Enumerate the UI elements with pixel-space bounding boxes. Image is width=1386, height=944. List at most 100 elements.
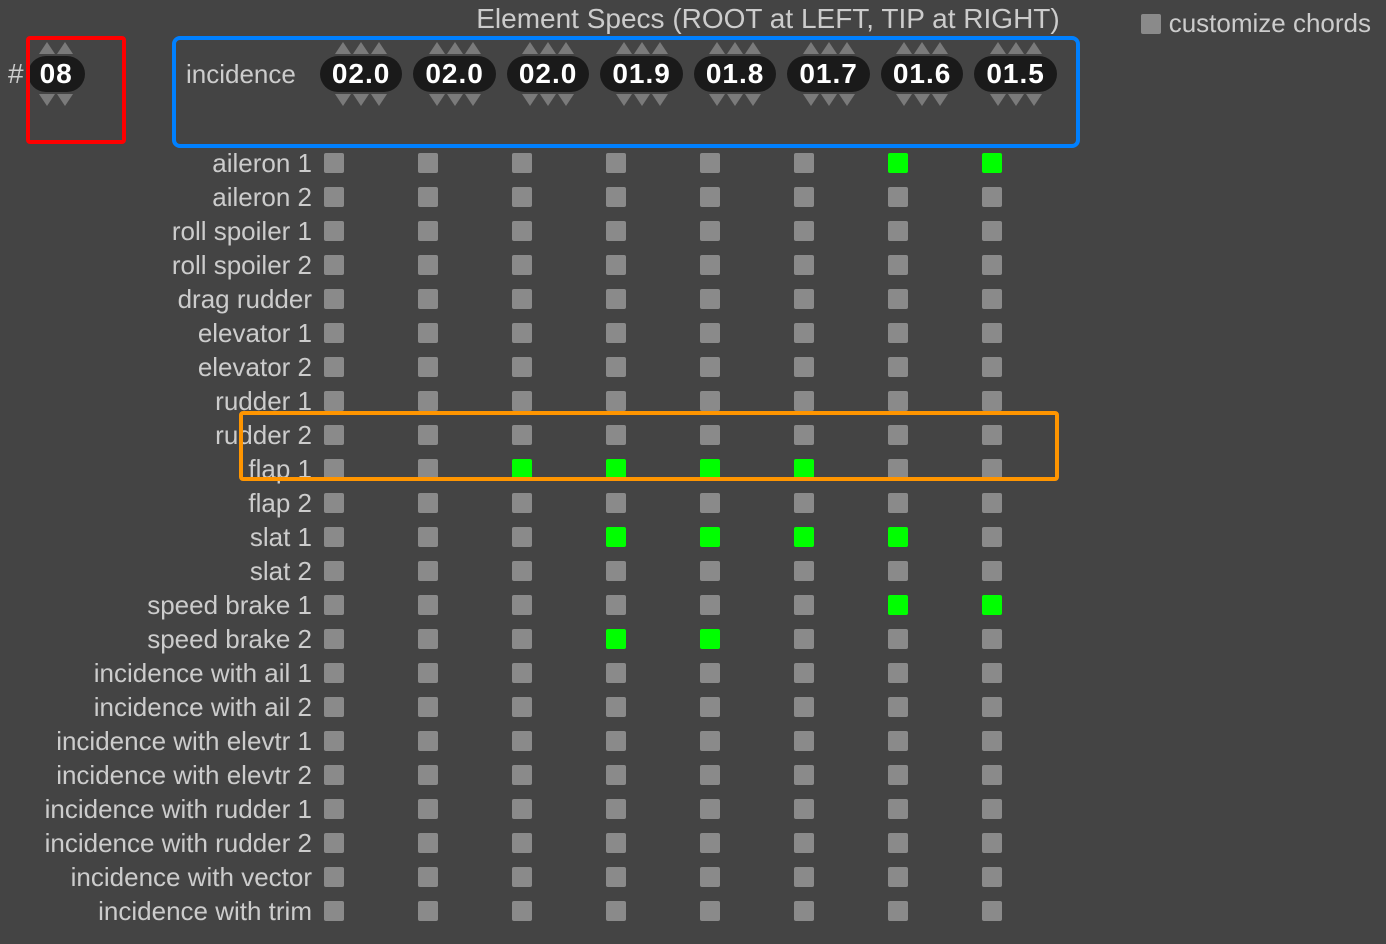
arrow-down-icon[interactable] <box>39 94 55 106</box>
grid-cell[interactable] <box>324 425 344 445</box>
grid-cell[interactable] <box>324 153 344 173</box>
grid-cell[interactable] <box>418 833 438 853</box>
grid-cell[interactable] <box>700 459 720 479</box>
grid-cell[interactable] <box>888 527 908 547</box>
grid-cell[interactable] <box>606 221 626 241</box>
grid-cell[interactable] <box>606 493 626 513</box>
grid-cell[interactable] <box>794 289 814 309</box>
grid-cell[interactable] <box>512 697 532 717</box>
grid-cell[interactable] <box>794 391 814 411</box>
grid-cell[interactable] <box>982 697 1002 717</box>
grid-cell[interactable] <box>418 221 438 241</box>
grid-cell[interactable] <box>794 357 814 377</box>
grid-cell[interactable] <box>982 289 1002 309</box>
arrow-down-icon[interactable] <box>447 94 463 106</box>
grid-cell[interactable] <box>418 255 438 275</box>
incidence-down-arrows[interactable] <box>616 94 668 106</box>
grid-cell[interactable] <box>418 663 438 683</box>
incidence-up-arrows[interactable] <box>990 42 1042 54</box>
grid-cell[interactable] <box>606 255 626 275</box>
grid-cell[interactable] <box>700 425 720 445</box>
grid-cell[interactable] <box>606 459 626 479</box>
grid-cell[interactable] <box>418 731 438 751</box>
grid-cell[interactable] <box>700 255 720 275</box>
arrow-up-icon[interactable] <box>634 42 650 54</box>
arrow-down-icon[interactable] <box>57 94 73 106</box>
incidence-spinner-7[interactable]: 01.5 <box>974 42 1057 106</box>
grid-cell[interactable] <box>888 901 908 921</box>
grid-cell[interactable] <box>794 731 814 751</box>
grid-cell[interactable] <box>888 425 908 445</box>
arrow-down-icon[interactable] <box>522 94 538 106</box>
arrow-up-icon[interactable] <box>429 42 445 54</box>
customize-chords-checkbox[interactable] <box>1141 14 1161 34</box>
grid-cell[interactable] <box>418 595 438 615</box>
grid-cell[interactable] <box>606 323 626 343</box>
grid-cell[interactable] <box>700 663 720 683</box>
grid-cell[interactable] <box>324 255 344 275</box>
grid-cell[interactable] <box>700 833 720 853</box>
grid-cell[interactable] <box>512 357 532 377</box>
grid-cell[interactable] <box>606 799 626 819</box>
arrow-down-icon[interactable] <box>914 94 930 106</box>
arrow-up-icon[interactable] <box>447 42 463 54</box>
grid-cell[interactable] <box>324 221 344 241</box>
grid-cell[interactable] <box>700 289 720 309</box>
grid-cell[interactable] <box>606 153 626 173</box>
grid-cell[interactable] <box>512 561 532 581</box>
grid-cell[interactable] <box>982 867 1002 887</box>
arrow-up-icon[interactable] <box>709 42 725 54</box>
grid-cell[interactable] <box>324 833 344 853</box>
arrow-up-icon[interactable] <box>727 42 743 54</box>
grid-cell[interactable] <box>512 765 532 785</box>
grid-cell[interactable] <box>982 799 1002 819</box>
grid-cell[interactable] <box>794 629 814 649</box>
incidence-down-arrows[interactable] <box>522 94 574 106</box>
grid-cell[interactable] <box>982 391 1002 411</box>
grid-cell[interactable] <box>794 833 814 853</box>
arrow-up-icon[interactable] <box>914 42 930 54</box>
grid-cell[interactable] <box>606 527 626 547</box>
arrow-down-icon[interactable] <box>429 94 445 106</box>
grid-cell[interactable] <box>888 289 908 309</box>
grid-cell[interactable] <box>512 595 532 615</box>
grid-cell[interactable] <box>324 323 344 343</box>
grid-cell[interactable] <box>794 765 814 785</box>
grid-cell[interactable] <box>606 425 626 445</box>
arrow-up-icon[interactable] <box>465 42 481 54</box>
grid-cell[interactable] <box>888 799 908 819</box>
grid-cell[interactable] <box>324 663 344 683</box>
grid-cell[interactable] <box>418 289 438 309</box>
grid-cell[interactable] <box>794 527 814 547</box>
grid-cell[interactable] <box>700 527 720 547</box>
incidence-spinner-4[interactable]: 01.8 <box>694 42 777 106</box>
grid-cell[interactable] <box>888 255 908 275</box>
grid-cell[interactable] <box>794 663 814 683</box>
incidence-spinner-5[interactable]: 01.7 <box>787 42 870 106</box>
grid-cell[interactable] <box>418 391 438 411</box>
grid-cell[interactable] <box>982 663 1002 683</box>
grid-cell[interactable] <box>418 425 438 445</box>
incidence-down-arrows[interactable] <box>896 94 948 106</box>
count-spinner[interactable]: 08 <box>28 42 85 106</box>
grid-cell[interactable] <box>324 629 344 649</box>
grid-cell[interactable] <box>700 323 720 343</box>
count-down-arrows[interactable] <box>39 94 73 106</box>
grid-cell[interactable] <box>418 323 438 343</box>
grid-cell[interactable] <box>606 731 626 751</box>
arrow-up-icon[interactable] <box>803 42 819 54</box>
grid-cell[interactable] <box>512 425 532 445</box>
customize-chords-option[interactable]: customize chords <box>1141 8 1371 39</box>
grid-cell[interactable] <box>888 867 908 887</box>
arrow-up-icon[interactable] <box>353 42 369 54</box>
grid-cell[interactable] <box>700 867 720 887</box>
grid-cell[interactable] <box>324 493 344 513</box>
count-value[interactable]: 08 <box>28 56 85 92</box>
grid-cell[interactable] <box>700 357 720 377</box>
incidence-up-arrows[interactable] <box>709 42 761 54</box>
grid-cell[interactable] <box>606 765 626 785</box>
arrow-up-icon[interactable] <box>839 42 855 54</box>
incidence-down-arrows[interactable] <box>429 94 481 106</box>
arrow-down-icon[interactable] <box>335 94 351 106</box>
grid-cell[interactable] <box>700 731 720 751</box>
